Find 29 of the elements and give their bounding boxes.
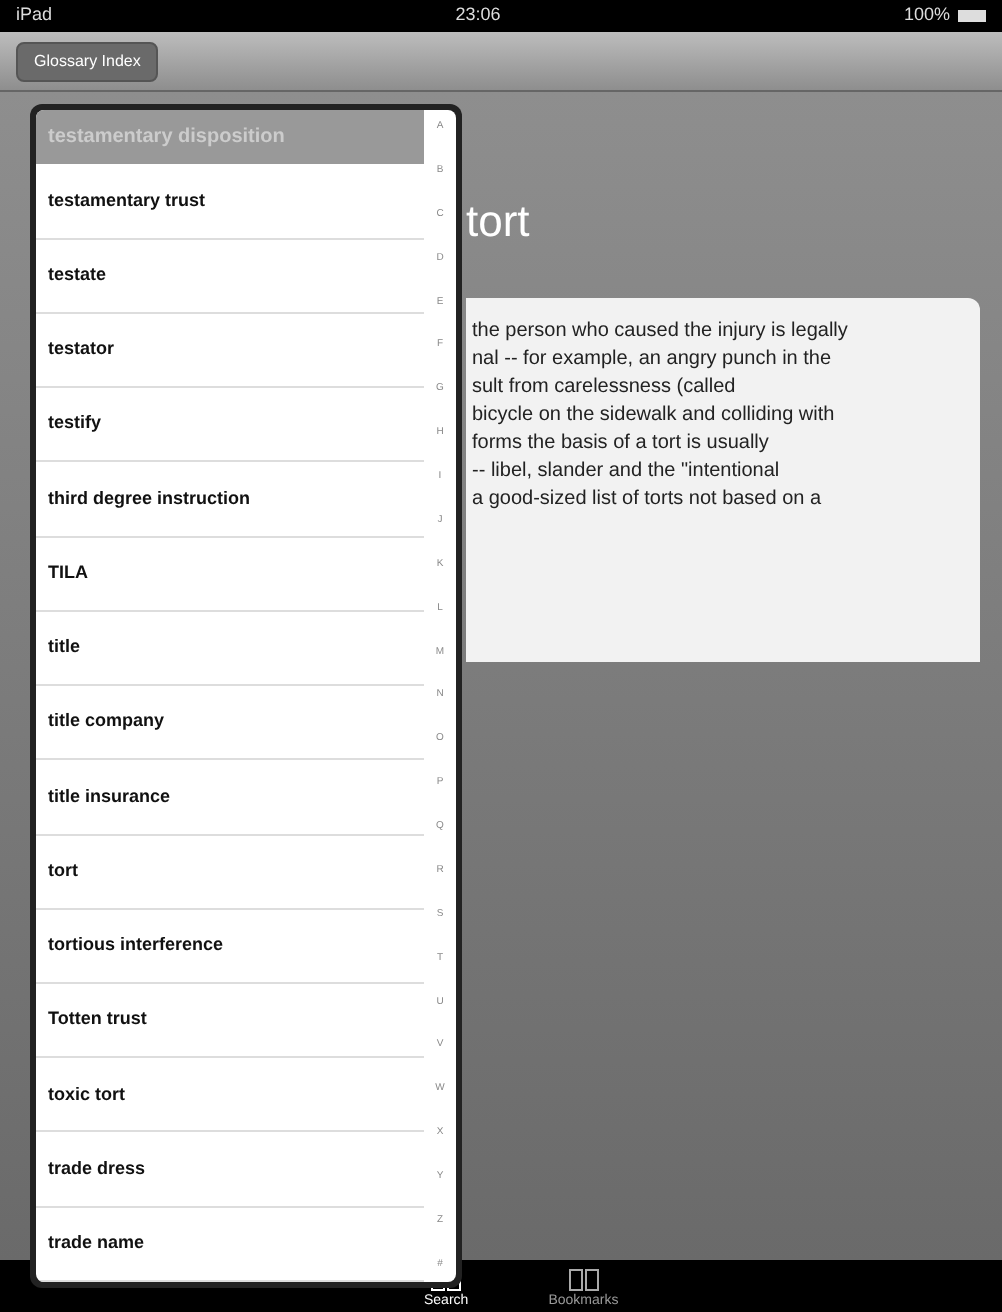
list-item[interactable]: testify [36, 388, 424, 463]
battery-icon [957, 10, 986, 22]
list-item[interactable]: tortious interference [36, 909, 424, 984]
definition-text: the person who caused the injury is legally [472, 318, 850, 346]
definition-text: bicycle on the sidewalk and colliding with [472, 402, 837, 430]
book-icon [567, 1267, 600, 1291]
list-item[interactable]: title [36, 611, 424, 687]
list-item[interactable]: toxic tort [36, 1058, 424, 1133]
device-name: iPad [16, 2, 53, 29]
list-item[interactable]: tort [36, 835, 424, 910]
battery-percentage: 100% [903, 2, 950, 29]
list-item[interactable]: testate [36, 239, 424, 314]
definition-text: nal -- for example, an angry punch in the [472, 346, 834, 374]
entry-title: tort [466, 194, 532, 250]
glossary-index-button[interactable]: Glossary Index [16, 41, 159, 81]
definition-text: a good-sized list of torts not based on a [472, 486, 824, 514]
list-item[interactable]: testamentary trust [36, 164, 424, 240]
definition-text: forms the basis of a tort is usually [472, 430, 771, 458]
list-item[interactable]: TILA [36, 537, 424, 612]
list-item[interactable]: testator [36, 313, 424, 389]
list-item[interactable]: title insurance [36, 760, 424, 836]
definition-text: -- libel, slander and the "intentional [472, 458, 782, 486]
list-item[interactable]: title company [36, 686, 424, 761]
clock: 23:06 [455, 2, 501, 29]
list-item[interactable]: trade name [36, 1207, 424, 1282]
list-item[interactable]: third degree instruction [36, 462, 424, 538]
definition-text: sult from carelessness (called [472, 374, 738, 402]
list-item[interactable]: Totten trust [36, 984, 424, 1059]
list-item[interactable]: trade dress [36, 1132, 424, 1208]
